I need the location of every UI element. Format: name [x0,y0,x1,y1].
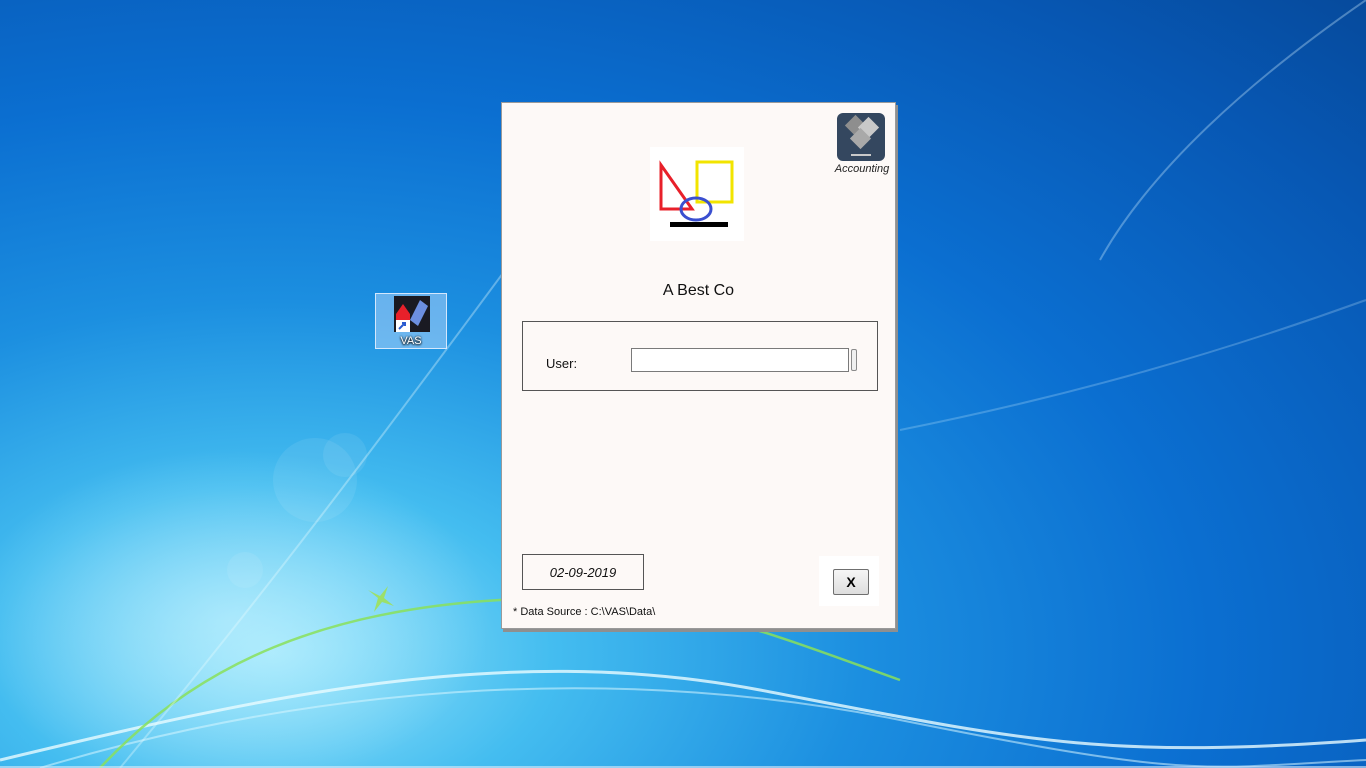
accounting-caption: Accounting [834,163,890,175]
close-button-area: X [819,556,879,606]
user-label: User: [546,356,578,371]
accounting-app-icon [837,113,885,161]
vas-app-icon [394,296,430,332]
company-name: A Best Co [662,282,735,299]
user-input[interactable] [631,348,849,372]
login-window: Accounting A Best Co User: 02-09-2019 X … [501,102,896,629]
user-dropdown-button[interactable] [851,349,857,371]
desktop: VAS Accounting A Best Co User: 02-09-201… [0,0,1366,768]
company-logo-icon [650,147,744,241]
accounting-badge: Accounting [834,113,890,179]
close-button[interactable]: X [833,569,869,595]
vas-shortcut[interactable]: VAS [375,293,447,349]
date-display: 02-09-2019 [522,554,644,590]
vas-shortcut-label: VAS [400,335,422,347]
user-group: User: [522,321,878,391]
data-source-label: * Data Source : C:\VAS\Data\ [513,606,656,618]
